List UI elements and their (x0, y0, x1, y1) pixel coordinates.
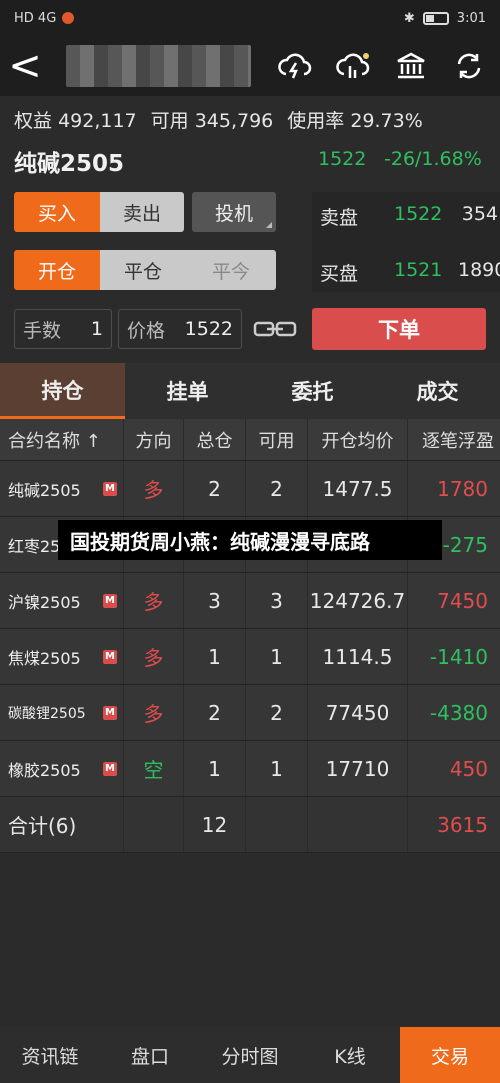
row-avg-price: 77450 (308, 685, 408, 740)
back-button[interactable]: < (0, 36, 50, 96)
tab-positions[interactable]: 持仓 (0, 363, 125, 419)
total-row: 合计(6) 12 3615 (0, 797, 500, 853)
nav-kline[interactable]: K线 (300, 1027, 400, 1083)
header-contract[interactable]: 合约名称 ↑ (0, 419, 124, 460)
row-pnl: -1410 (429, 644, 488, 669)
row-avg-price: 1477.5 (308, 461, 408, 516)
market-badge: M (103, 705, 117, 720)
row-available: 2 (246, 461, 308, 516)
price-field[interactable]: 价格 1522 (118, 309, 242, 349)
battery-icon (422, 11, 449, 25)
buy-button[interactable]: 买入 (14, 192, 100, 232)
ask-row[interactable]: 卖盘 1522 354 (320, 203, 498, 230)
row-avg-price: 17710 (308, 741, 408, 796)
market-badge: M (103, 761, 117, 776)
positions-table: 合约名称 ↑ 方向 总仓 可用 开仓均价 逐笔浮盈 纯碱2505 M 多 2 2 … (0, 419, 500, 853)
header-direction[interactable]: 方向 (124, 419, 184, 460)
row-pnl: 1780 (437, 476, 488, 501)
nav-trade[interactable]: 交易 (400, 1027, 500, 1083)
bottom-nav: 资讯链 盘口 分时图 K线 交易 (0, 1027, 500, 1083)
available-stat: 可用 345,796 (150, 109, 274, 132)
row-available: 1 (246, 741, 308, 796)
nav-news[interactable]: 资讯链 (0, 1027, 100, 1083)
row-contract: 碳酸锂2505 (8, 705, 86, 722)
close-today-button[interactable]: 平今 (186, 250, 276, 290)
top-nav-bar: < (0, 36, 500, 96)
tab-fills[interactable]: 成交 (375, 363, 500, 419)
row-direction: 空 (124, 741, 184, 796)
table-row[interactable]: 焦煤2505 M 多 1 1 1114.5 -1410 (0, 629, 500, 685)
usage-stat: 使用率 29.73% (287, 109, 423, 132)
row-available: 3 (246, 573, 308, 628)
row-direction: 多 (124, 461, 184, 516)
row-direction: 多 (124, 685, 184, 740)
quantity-field[interactable]: 手数 1 (14, 309, 112, 349)
row-total: 2 (184, 685, 246, 740)
nav-orderbook[interactable]: 盘口 (100, 1027, 200, 1083)
row-direction: 多 (124, 629, 184, 684)
row-contract: 橡胶2505 (8, 760, 81, 780)
link-icon[interactable] (253, 318, 297, 340)
header-avg-price[interactable]: 开仓均价 (308, 419, 408, 460)
market-badge: M (103, 593, 117, 608)
total-label: 合计(6) (0, 797, 124, 852)
header-pnl[interactable]: 逐笔浮盈 (408, 419, 500, 460)
notification-icon (62, 12, 75, 24)
table-row[interactable]: 沪镍2505 M 多 3 3 124726.7 7450 (0, 573, 500, 629)
account-name-obscured (66, 45, 251, 87)
row-total: 1 (184, 741, 246, 796)
row-available: 2 (246, 685, 308, 740)
table-row[interactable]: 碳酸锂2505 M 多 2 2 77450 -4380 (0, 685, 500, 741)
headline-banner: 国投期货周小燕：纯碱漫漫寻底路 (58, 520, 442, 560)
clock: 3:01 (456, 10, 486, 26)
table-row[interactable]: 橡胶2505 M 空 1 1 17710 450 (0, 741, 500, 797)
market-badge: M (103, 481, 117, 496)
row-avg-price: 124726.7 (308, 573, 408, 628)
total-qty: 12 (184, 797, 246, 852)
order-book: 卖盘 1522 354 买盘 1521 1890 (312, 192, 500, 292)
table-row[interactable]: 纯碱2505 M 多 2 2 1477.5 1780 (0, 461, 500, 517)
row-pnl: 450 (449, 756, 488, 781)
price-change: -26/1.68% (384, 148, 482, 170)
tab-orders[interactable]: 委托 (250, 363, 375, 419)
equity-stat: 权益 492,117 (14, 109, 137, 132)
tab-pending[interactable]: 挂单 (125, 363, 250, 419)
refresh-icon[interactable] (452, 49, 486, 83)
sell-button[interactable]: 卖出 (100, 192, 184, 232)
row-avg-price: 1114.5 (308, 629, 408, 684)
bluetooth-icon: ✱ (403, 10, 415, 26)
open-position-button[interactable]: 开仓 (14, 250, 100, 290)
header-total[interactable]: 总仓 (184, 419, 246, 460)
header-available[interactable]: 可用 (246, 419, 308, 460)
row-direction: 多 (124, 573, 184, 628)
status-bar: HD 4G ✱ 3:01 (0, 0, 500, 36)
row-total: 1 (184, 629, 246, 684)
place-order-button[interactable]: 下单 (312, 308, 486, 350)
signal-indicator: HD 4G (14, 10, 57, 26)
row-total: 2 (184, 461, 246, 516)
table-header: 合约名称 ↑ 方向 总仓 可用 开仓均价 逐笔浮盈 (0, 419, 500, 461)
last-price: 1522 (318, 148, 367, 170)
bid-row[interactable]: 买盘 1521 1890 (320, 259, 500, 286)
position-tabs: 持仓 挂单 委托 成交 (0, 363, 500, 419)
cloud-lightning-icon[interactable] (278, 49, 312, 83)
close-position-button[interactable]: 平仓 (100, 250, 186, 290)
row-available: 1 (246, 629, 308, 684)
row-pnl: -4380 (429, 700, 488, 725)
account-summary: 权益 492,117 可用 345,796 使用率 29.73% (0, 96, 500, 142)
total-pnl: 3615 (437, 812, 488, 837)
row-contract: 纯碱2505 (8, 480, 81, 500)
contract-name[interactable]: 纯碱2505 (14, 144, 124, 178)
row-contract: 焦煤2505 (8, 648, 81, 668)
row-total: 3 (184, 573, 246, 628)
bank-icon[interactable] (394, 49, 428, 83)
market-badge: M (103, 649, 117, 664)
speculation-select[interactable]: 投机 (192, 192, 276, 232)
nav-timeshare[interactable]: 分时图 (200, 1027, 300, 1083)
cloud-chart-icon[interactable] (336, 49, 370, 83)
row-pnl: 7450 (437, 588, 488, 613)
row-contract: 沪镍2505 (8, 592, 81, 612)
